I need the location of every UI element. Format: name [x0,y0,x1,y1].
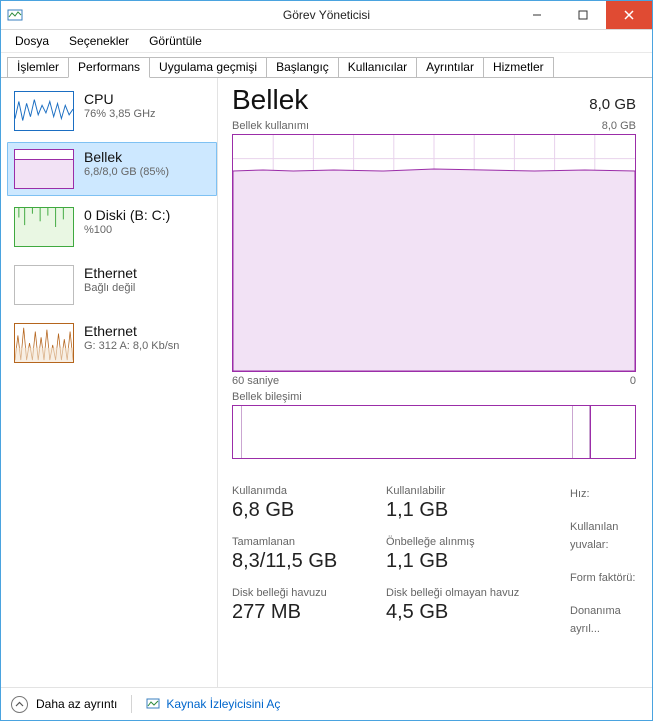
tab-startup[interactable]: Başlangıç [266,57,339,77]
chart-title: Bellek kullanımı [232,120,309,132]
close-button[interactable] [606,1,652,29]
page-title: Bellek [232,84,308,116]
sidebar-item-memory[interactable]: Bellek 6,8/8,0 GB (85%) [7,142,217,196]
tab-performance[interactable]: Performans [68,57,150,78]
metric-in-use: Kullanımda 6,8 GB [232,485,362,522]
sidebar-item-label: Ethernet [84,323,179,339]
composition-segment [590,406,635,458]
memory-details: Kullanımda 6,8 GB Tamamlanan 8,3/11,5 GB… [232,485,636,639]
disk-thumb-icon [14,207,74,247]
sidebar-item-label: CPU [84,91,156,107]
separator [131,695,132,713]
performance-sidebar: CPU 76% 3,85 GHz Bellek 6,8/8,0 GB (85%)… [1,78,218,687]
sidebar-item-label: 0 Diski (B: C:) [84,207,170,223]
sidebar-item-sub: 6,8/8,0 GB (85%) [84,166,169,178]
metric-committed: Tamamlanan 8,3/11,5 GB [232,536,362,573]
composition-segment [573,406,590,458]
tab-details[interactable]: Ayrıntılar [416,57,484,77]
tab-app-history[interactable]: Uygulama geçmişi [149,57,267,77]
metric-available: Kullanılabilir 1,1 GB [386,485,546,522]
sidebar-item-ethernet-1[interactable]: Ethernet G: 312 A: 8,0 Kb/sn [7,316,217,370]
metric-nonpaged-pool: Disk belleği olmayan havuz 4,5 GB [386,587,546,624]
memory-thumb-icon [14,149,74,189]
chevron-up-icon [11,696,28,713]
sidebar-item-cpu[interactable]: CPU 76% 3,85 GHz [7,84,217,138]
footer-bar: Daha az ayrıntı Kaynak İzleyicisini Aç [1,687,652,720]
fewer-details-button[interactable]: Daha az ayrıntı [11,696,117,713]
open-resource-monitor-link[interactable]: Kaynak İzleyicisini Aç [146,697,280,711]
chart-xaxis-right: 0 [630,375,636,387]
metric-paged-pool: Disk belleği havuzu 277 MB [232,587,362,624]
window-controls [514,1,652,29]
memory-installed-total: 8,0 GB [589,96,636,113]
memory-panel: Bellek 8,0 GB Bellek kullanımı 8,0 GB [218,78,652,687]
sidebar-item-label: Ethernet [84,265,137,281]
chart-max-label: 8,0 GB [602,120,636,132]
cpu-thumb-icon [14,91,74,131]
ethernet-thumb-icon [14,265,74,305]
sidebar-item-sub: %100 [84,224,170,236]
resource-monitor-icon [146,697,160,711]
sidebar-item-disk[interactable]: 0 Diski (B: C:) %100 [7,200,217,254]
menu-file[interactable]: Dosya [5,32,59,50]
metric-cached: Önbelleğe alınmış 1,1 GB [386,536,546,573]
memory-composition-bar [232,405,636,459]
ethernet-thumb-icon [14,323,74,363]
composition-label: Bellek bileşimi [232,391,636,403]
content-area: CPU 76% 3,85 GHz Bellek 6,8/8,0 GB (85%)… [1,78,652,687]
tab-services[interactable]: Hizmetler [483,57,554,77]
sidebar-item-sub: Bağlı değil [84,282,137,294]
title-bar: Görev Yöneticisi [1,1,652,30]
app-icon [1,1,29,29]
tab-processes[interactable]: İşlemler [7,57,69,77]
memory-usage-chart [232,134,636,372]
menu-view[interactable]: Görüntüle [139,32,212,50]
composition-segment [242,406,573,458]
maximize-button[interactable] [560,1,606,29]
menu-options[interactable]: Seçenekler [59,32,139,50]
sidebar-item-label: Bellek [84,149,169,165]
menu-bar: Dosya Seçenekler Görüntüle [1,30,652,53]
composition-segment [233,406,242,458]
memory-hardware-info: Hız: Kullanılan yuvalar: Form faktörü: D… [570,485,636,639]
tab-users[interactable]: Kullanıcılar [338,57,417,77]
sidebar-item-ethernet-0[interactable]: Ethernet Bağlı değil [7,258,217,312]
tab-bar: İşlemler Performans Uygulama geçmişi Baş… [1,55,652,78]
minimize-button[interactable] [514,1,560,29]
sidebar-item-sub: 76% 3,85 GHz [84,108,156,120]
sidebar-item-sub: G: 312 A: 8,0 Kb/sn [84,340,179,352]
chart-xaxis-left: 60 saniye [232,375,279,387]
